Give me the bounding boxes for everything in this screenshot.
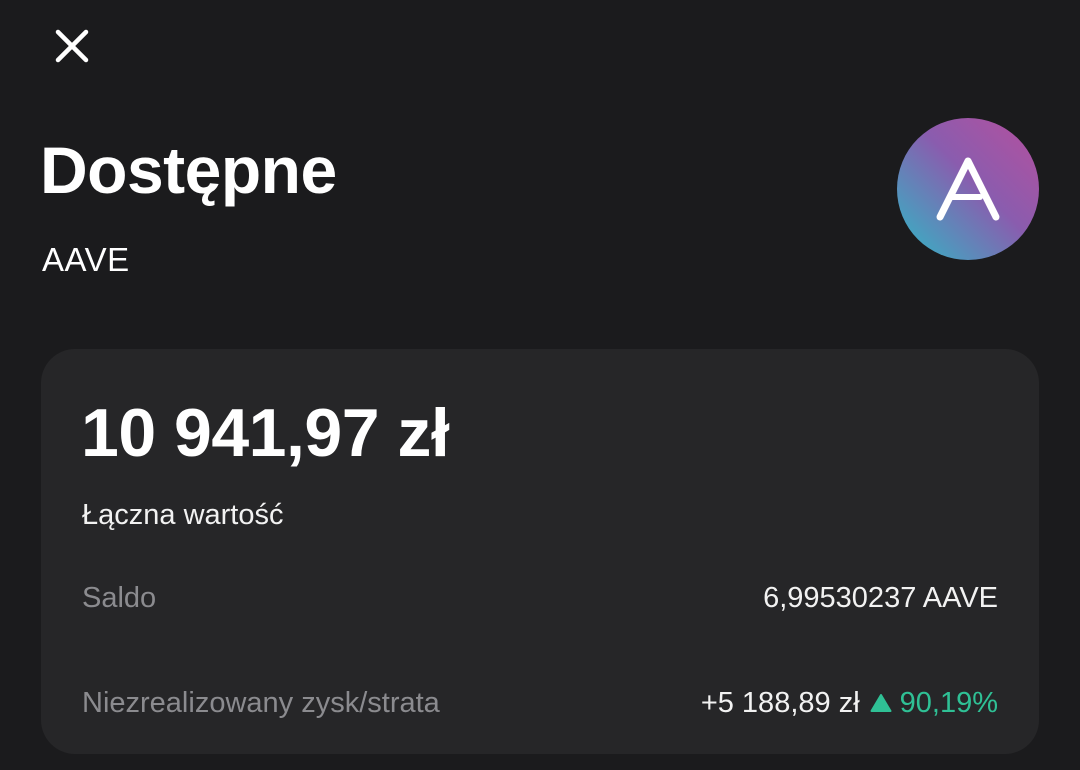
- balance-value: 6,99530237 AAVE: [763, 582, 998, 614]
- close-icon: [55, 29, 89, 63]
- unrealized-pnl-row: Niezrealizowany zysk/strata +5 188,89 zł…: [82, 683, 998, 723]
- aave-logo-icon: [897, 118, 1039, 260]
- unrealized-pnl-amount: +5 188,89 zł: [700, 687, 860, 719]
- total-value: 10 941,97 zł: [81, 395, 450, 471]
- asset-symbol: AAVE: [42, 241, 130, 278]
- unrealized-pnl-label: Niezrealizowany zysk/strata: [82, 687, 440, 719]
- balance-label: Saldo: [82, 582, 157, 614]
- balance-row: Saldo 6,99530237 AAVE: [82, 578, 998, 618]
- unrealized-pnl-percent: 90,19%: [899, 687, 998, 719]
- unrealized-pnl-values: +5 188,89 zł 90,19%: [701, 683, 998, 723]
- total-value-label: Łączna wartość: [82, 499, 284, 531]
- triangle-up-icon: [870, 693, 892, 713]
- asset-summary-card: 10 941,97 zł Łączna wartość Saldo 6,9953…: [41, 349, 1039, 754]
- close-button[interactable]: [48, 22, 96, 70]
- page-title: Dostępne: [40, 133, 337, 207]
